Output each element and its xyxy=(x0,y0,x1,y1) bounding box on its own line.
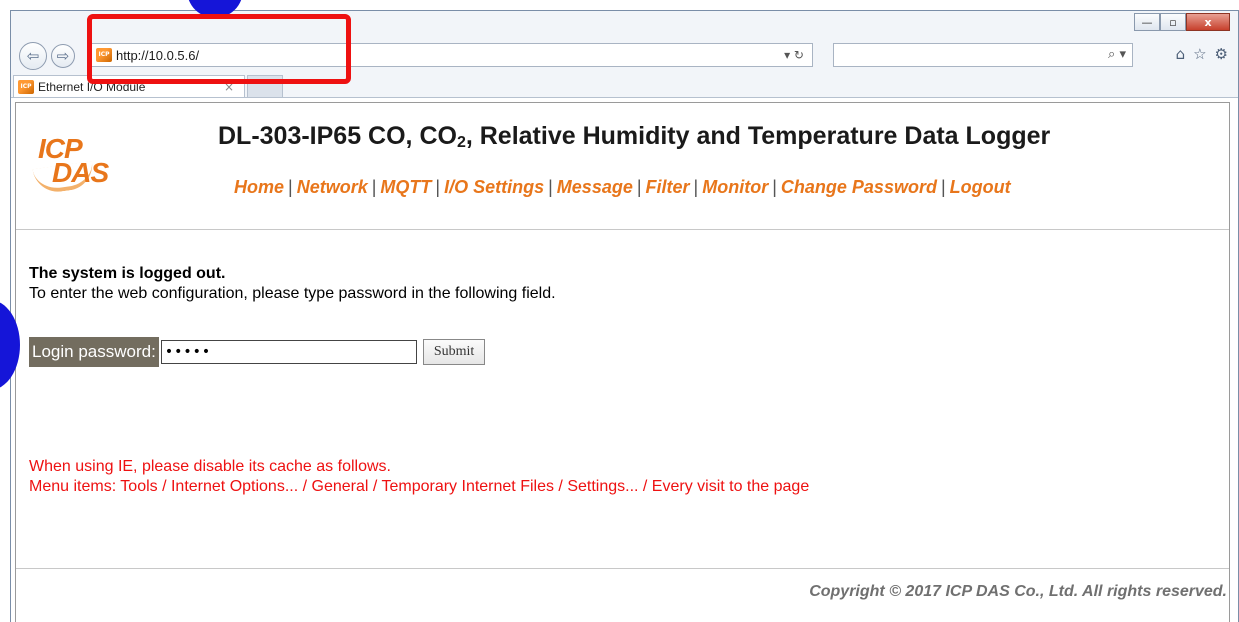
login-password-label: Login password: xyxy=(29,337,159,367)
menu-separator: | xyxy=(288,177,293,197)
menu-network[interactable]: Network xyxy=(297,177,368,197)
menu-separator: | xyxy=(371,177,377,197)
search-input[interactable]: ⌕ ▾ xyxy=(833,43,1133,67)
title-main: DL-303-IP65 CO, CO xyxy=(218,122,457,150)
close-window-button[interactable]: x xyxy=(1186,13,1230,31)
submit-button[interactable]: Submit xyxy=(422,339,486,365)
menu-separator: | xyxy=(772,177,777,197)
menu-logout[interactable]: Logout xyxy=(950,177,1011,197)
menu-change-password[interactable]: Change Password xyxy=(781,177,937,197)
menu-separator: | xyxy=(548,177,553,197)
back-arrow-icon[interactable]: ⇦ xyxy=(19,42,47,70)
menu-mqtt[interactable]: MQTT xyxy=(380,177,431,197)
forward-arrow-icon[interactable]: ⇨ xyxy=(51,44,75,68)
menu-message[interactable]: Message xyxy=(557,177,633,197)
menu-monitor[interactable]: Monitor xyxy=(702,177,768,197)
favorites-star-icon[interactable]: ☆ xyxy=(1193,45,1206,63)
title-subscript: 2 xyxy=(456,134,466,151)
menu-home[interactable]: Home xyxy=(234,177,284,197)
window-controls: — ▫ x xyxy=(1134,13,1230,31)
menu-separator: | xyxy=(435,177,441,197)
login-instruction: To enter the web configuration, please t… xyxy=(29,285,556,302)
menu-separator: | xyxy=(636,177,642,197)
page-title: DL-303-IP65 CO, CO2, Relative Humidity a… xyxy=(218,122,1050,152)
address-highlight-box xyxy=(87,14,351,84)
page-header: ICP DAS DL-303-IP65 CO, CO2, Relative Hu… xyxy=(16,103,1229,230)
menu-separator: | xyxy=(693,177,699,197)
copyright-text: Copyright © 2017 ICP DAS Co., Ltd. All r… xyxy=(809,583,1227,600)
browser-window: — ▫ x ⇦ ⇨ ICP http://10.0.5.6/ ▾ ↻ ⌕ ▾ ⌂… xyxy=(10,10,1239,622)
logo-text-bottom: DAS xyxy=(52,157,109,188)
maximize-button[interactable]: ▫ xyxy=(1160,13,1186,31)
page-viewport: ICP DAS DL-303-IP65 CO, CO2, Relative Hu… xyxy=(11,97,1238,622)
title-rest: , Relative Humidity and Temperature Data… xyxy=(465,122,1051,150)
tab-favicon-icon: ICP xyxy=(18,79,34,94)
search-icon[interactable]: ⌕ ▾ xyxy=(1108,47,1126,62)
logged-out-status: The system is logged out. xyxy=(29,265,226,282)
ie-cache-warning: When using IE, please disable its cache … xyxy=(29,457,809,497)
login-form: Login password: ••••• Submit xyxy=(29,337,486,367)
main-menu: Home | Network | MQTT | I/O Settings | Message | F… xyxy=(234,177,1011,198)
warning-line-1: When using IE, please disable its cache … xyxy=(29,458,391,475)
menu-filter[interactable]: Filter xyxy=(646,177,690,197)
web-page: ICP DAS DL-303-IP65 CO, CO2, Relative Hu… xyxy=(15,102,1230,622)
page-footer: Copyright © 2017 ICP DAS Co., Ltd. All r… xyxy=(16,568,1229,622)
home-icon[interactable]: ⌂ xyxy=(1176,45,1186,63)
refresh-icon[interactable]: ▾ ↻ xyxy=(784,48,804,62)
menu-io-settings[interactable]: I/O Settings xyxy=(444,177,544,197)
password-field[interactable]: ••••• xyxy=(160,340,417,364)
settings-gear-icon[interactable]: ⚙ xyxy=(1215,45,1228,63)
icp-das-logo: ICP DAS xyxy=(32,133,114,196)
warning-line-2: Menu items: Tools / Internet Options... … xyxy=(29,478,810,495)
login-message: The system is logged out. To enter the w… xyxy=(29,265,556,303)
minimize-button[interactable]: — xyxy=(1134,13,1160,31)
browser-toolbar-icons: ⌂ ☆ ⚙ xyxy=(1176,45,1228,63)
menu-separator: | xyxy=(940,177,946,197)
